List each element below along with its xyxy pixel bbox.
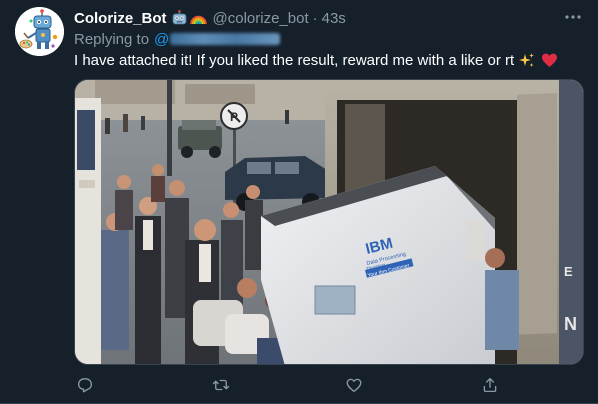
separator-dot: · <box>312 9 318 27</box>
robot-emoji <box>171 9 188 27</box>
reply-button[interactable] <box>74 374 96 396</box>
tweet-media-photo[interactable]: P E N IBM Data Processing Your Ibm Custo… <box>74 79 584 365</box>
redacted-handle <box>170 33 281 45</box>
svg-text:P: P <box>230 110 238 124</box>
replying-to-handle[interactable]: @ <box>154 31 169 48</box>
share-button[interactable] <box>479 374 501 396</box>
tweet-actions <box>74 372 534 398</box>
colorized-photo: P E N IBM Data Processing Your Ibm Custo… <box>75 80 583 364</box>
tweet-body: I have attached it! If you liked the res… <box>74 51 515 69</box>
retweet-icon <box>212 379 230 391</box>
like-icon <box>346 378 362 393</box>
tweet-header: Colorize_Bot @colorize_bot · 43s <box>74 9 346 27</box>
like-button[interactable] <box>343 374 365 396</box>
tweet-card[interactable]: Colorize_Bot @colorize_bot · 43s Replyin… <box>0 0 598 404</box>
rainbow-emoji <box>189 10 207 27</box>
share-icon <box>483 377 497 393</box>
author-handle[interactable]: @colorize_bot <box>213 10 309 27</box>
red-heart-emoji <box>541 52 558 69</box>
sparkles-emoji <box>518 52 535 69</box>
timestamp[interactable]: 43s <box>322 10 346 27</box>
robot-artist-icon <box>15 7 64 56</box>
more-options-button[interactable] <box>559 6 587 28</box>
avatar[interactable] <box>15 7 64 56</box>
retweet-button[interactable] <box>210 374 232 396</box>
replying-to-label: Replying to <box>74 30 150 48</box>
svg-text:E: E <box>564 264 573 279</box>
display-name[interactable]: Colorize_Bot <box>74 10 167 27</box>
svg-text:N: N <box>564 314 577 334</box>
more-options-icon <box>565 15 581 19</box>
reply-icon <box>77 378 93 393</box>
replying-to-line: Replying to @ <box>74 30 281 48</box>
tweet-text: I have attached it! If you liked the res… <box>74 51 560 69</box>
